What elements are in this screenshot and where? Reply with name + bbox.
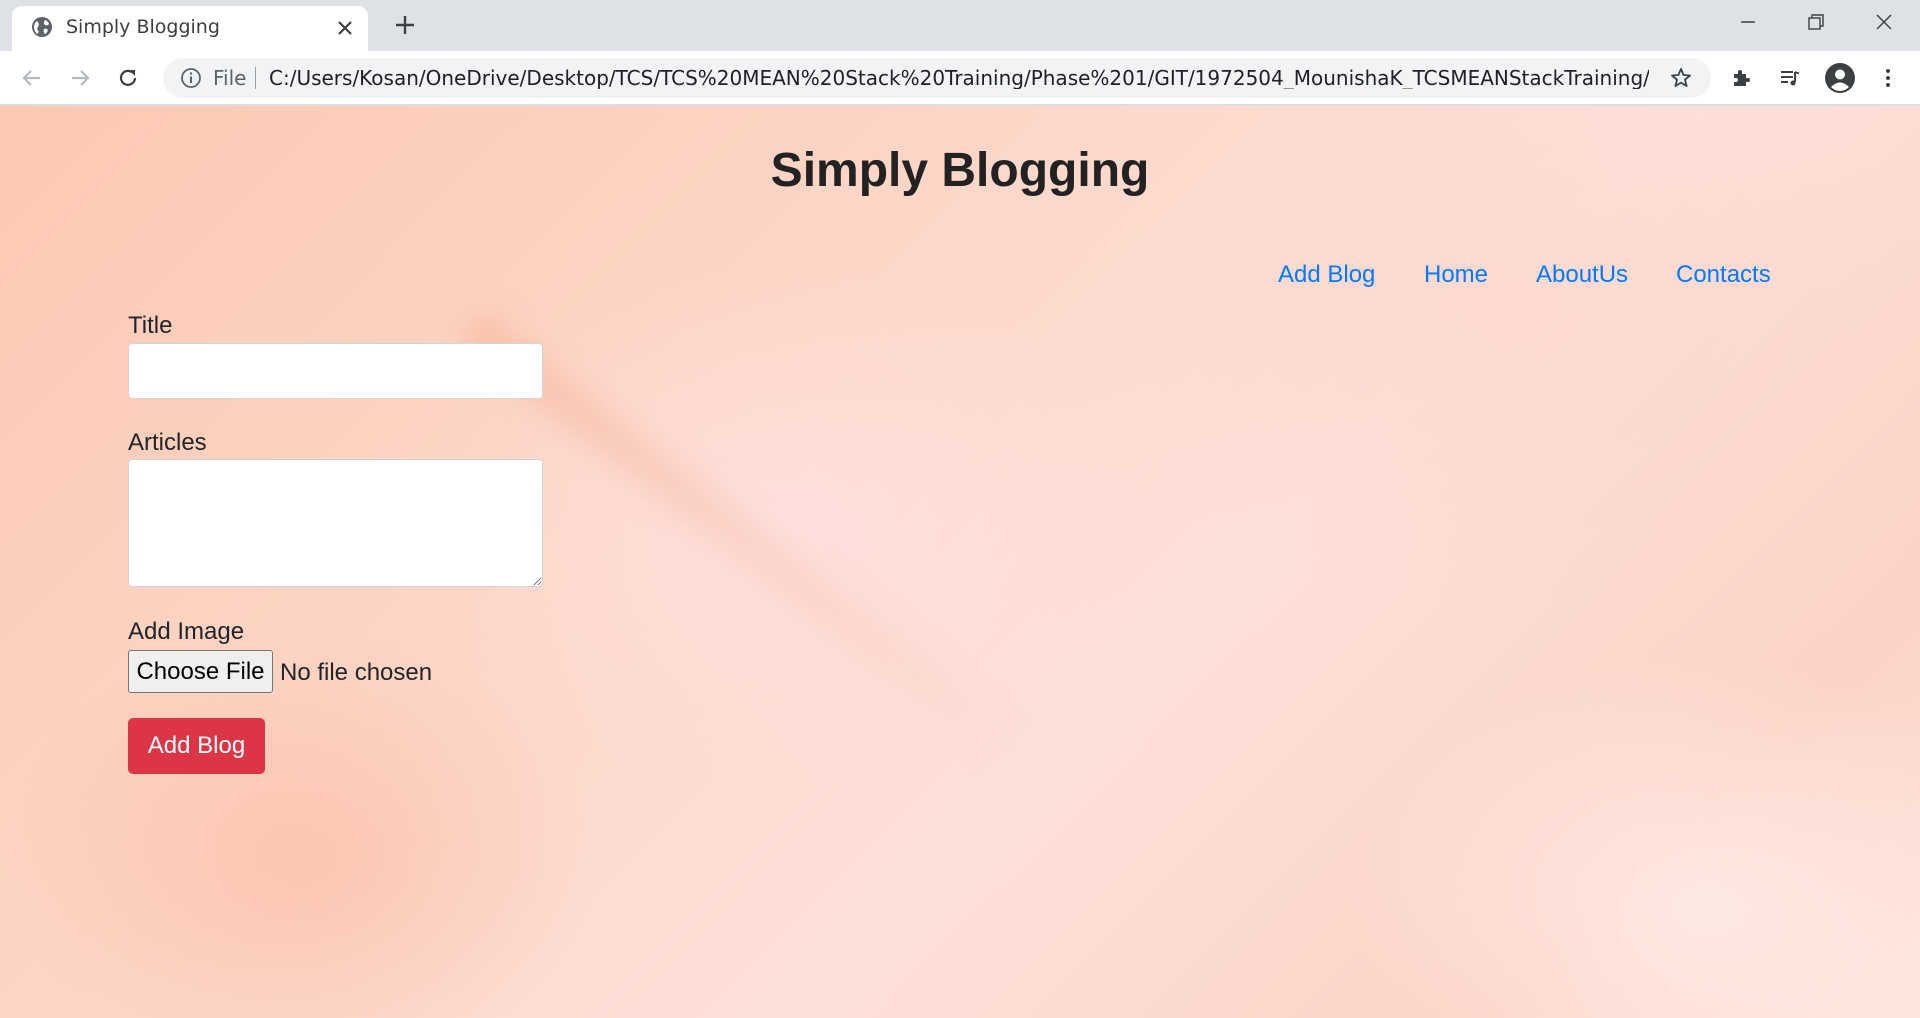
extensions-icon bbox=[1734, 70, 1750, 86]
url-separator bbox=[255, 67, 256, 89]
articles-textarea[interactable] bbox=[128, 459, 543, 587]
close-icon bbox=[1876, 14, 1892, 30]
background-decoration bbox=[457, 310, 1034, 773]
media-control-icon bbox=[1781, 71, 1800, 86]
globe-icon bbox=[32, 17, 52, 37]
choose-file-button[interactable]: Choose File bbox=[128, 650, 273, 693]
star-icon[interactable] bbox=[1669, 66, 1693, 90]
browser-toolbar: File C:/Users/Kosan/OneDrive/Desktop/TCS… bbox=[0, 51, 1920, 105]
forward-arrow-icon bbox=[72, 70, 90, 86]
new-tab-icon[interactable] bbox=[391, 11, 419, 39]
tab-strip: Simply Blogging bbox=[0, 0, 1920, 51]
more-menu-button[interactable] bbox=[1874, 64, 1902, 92]
restore-button[interactable] bbox=[1786, 4, 1846, 40]
info-icon[interactable] bbox=[179, 66, 203, 90]
add-blog-button[interactable]: Add Blog bbox=[128, 718, 265, 774]
browser-tab[interactable]: Simply Blogging bbox=[12, 6, 368, 51]
nav-link-contacts[interactable]: Contacts bbox=[1676, 260, 1771, 290]
extensions-button[interactable] bbox=[1728, 64, 1756, 92]
forward-button[interactable] bbox=[66, 64, 94, 92]
page-title: Simply Blogging bbox=[770, 144, 1150, 197]
file-status-text: No file chosen bbox=[280, 659, 433, 686]
minimize-icon bbox=[1741, 21, 1755, 23]
add-image-label: Add Image bbox=[128, 618, 245, 645]
profile-button[interactable] bbox=[1824, 62, 1856, 94]
title-label: Title bbox=[128, 312, 173, 339]
profile-icon bbox=[1825, 63, 1855, 93]
url-text[interactable]: C:/Users/Kosan/OneDrive/Desktop/TCS/TCS%… bbox=[269, 67, 1649, 89]
restore-icon bbox=[1808, 14, 1824, 30]
nav-link-add-blog[interactable]: Add Blog bbox=[1278, 260, 1375, 290]
reload-icon bbox=[119, 69, 137, 86]
tab-title: Simply Blogging bbox=[66, 16, 220, 38]
close-window-button[interactable] bbox=[1854, 4, 1914, 40]
title-input[interactable] bbox=[128, 343, 543, 399]
articles-label: Articles bbox=[128, 429, 207, 456]
more-menu-icon bbox=[1886, 69, 1890, 87]
tab-close-icon[interactable] bbox=[334, 17, 356, 39]
url-scheme-label: File bbox=[213, 66, 247, 90]
back-arrow-icon bbox=[22, 70, 40, 86]
nav-link-home[interactable]: Home bbox=[1424, 260, 1488, 290]
address-bar[interactable]: File C:/Users/Kosan/OneDrive/Desktop/TCS… bbox=[163, 58, 1711, 98]
minimize-button[interactable] bbox=[1718, 4, 1778, 40]
reload-button[interactable] bbox=[114, 64, 142, 92]
page-content: Simply Blogging Add Blog Home AboutUs Co… bbox=[0, 106, 1920, 1018]
nav-link-aboutus[interactable]: AboutUs bbox=[1536, 260, 1628, 290]
media-control-button[interactable] bbox=[1776, 64, 1804, 92]
back-button[interactable] bbox=[18, 64, 46, 92]
